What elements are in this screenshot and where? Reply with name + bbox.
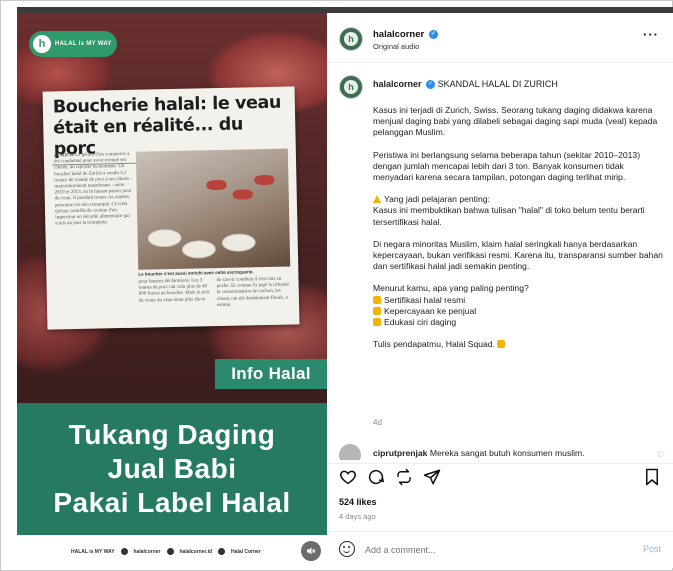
caption-list-item-text: Sertifikasi halal resmi: [384, 294, 466, 305]
more-options-button[interactable]: ···: [643, 27, 659, 42]
footer-brand: HALAL is MY WAY: [71, 548, 115, 555]
avatar-logo-icon: h: [344, 32, 358, 46]
header-username-wrap[interactable]: halalcorner ✓: [373, 29, 438, 40]
media-footer: HALAL is MY WAY halalcorner halalcorner.…: [17, 535, 327, 568]
headline-line-1: Tukang Daging: [68, 419, 276, 450]
post-header: h halalcorner ✓ Original audio ···: [327, 13, 673, 63]
tiktok-icon: [166, 548, 174, 555]
article-column-a-text: Le gérant d'un commerce a été condamné p…: [53, 151, 133, 227]
divider: [327, 531, 673, 532]
save-button[interactable]: [643, 468, 661, 486]
caption-list-item: Kepercayaan ke penjual: [373, 306, 663, 317]
caption-closing: Tulis pendapatmu, Halal Squad.: [373, 339, 663, 350]
caption-closing-text: Tulis pendapatmu, Halal Squad.: [373, 339, 495, 350]
comment-input[interactable]: [365, 541, 615, 559]
likes-count[interactable]: 524 likes: [339, 497, 377, 507]
caption-paragraph: Peristiwa ini berlangsung selama beberap…: [373, 149, 641, 183]
article-dateline: ZURICH: [53, 153, 74, 159]
caption-paragraph: Kasus ini terjadi di Zurich, Swiss. Seor…: [373, 105, 658, 138]
footer-youtube: Halal Corner: [231, 548, 261, 555]
action-bar: [339, 468, 661, 490]
header-username[interactable]: halalcorner: [373, 29, 424, 40]
post-window: h HALAL is MY WAY Boucherie halal: le ve…: [0, 0, 673, 571]
comment-button[interactable]: [367, 468, 385, 486]
add-comment-bar: Post: [339, 539, 661, 561]
headline-line-2: Jual Babi: [107, 453, 237, 484]
article-column-c: de savoir combien il s'est mis en poche.…: [216, 276, 289, 308]
share-button[interactable]: [423, 468, 441, 486]
caption-header: halalcorner ✓ SKANDAL HALAL DI ZURICH: [373, 79, 558, 90]
halal-logo-icon: h: [33, 35, 51, 53]
mute-button[interactable]: [301, 541, 321, 561]
emoji-picker-icon[interactable]: [339, 541, 355, 557]
caption-list-item: Edukasi ciri daging: [373, 317, 663, 328]
caption-paragraph: Di negara minoritas Muslim, klaim halal …: [373, 238, 663, 272]
avatar-logo-icon: h: [344, 80, 358, 94]
youtube-icon: [218, 548, 226, 555]
logo-text: HALAL is MY WAY: [55, 41, 112, 47]
caption-list-item-text: Kepercayaan ke penjual: [384, 305, 477, 316]
footer-instagram: halalcorner: [133, 548, 161, 555]
repost-button[interactable]: [395, 468, 413, 486]
caption-title: SKANDAL HALAL DI ZURICH: [437, 79, 558, 89]
divider: [327, 463, 673, 464]
comment-bubble-icon: [368, 469, 384, 485]
avatar[interactable]: h: [339, 27, 363, 51]
post-date: 4 days ago: [339, 512, 376, 521]
pointing-hand-icon: [373, 295, 381, 304]
verified-badge-icon: ✓: [428, 29, 438, 39]
article-column-a: ZURICH Le gérant d'un commerce a été con…: [54, 152, 135, 314]
speaker-muted-icon: [307, 547, 316, 555]
photo-meat: [254, 174, 275, 186]
caption-avatar[interactable]: h: [339, 75, 363, 99]
photo-tray: [221, 233, 256, 252]
caption-paragraph-lesson: Yang jadi pelajaran penting: Kasus ini m…: [373, 194, 663, 228]
caption-text: Kasus ini terjadi di Zurich, Swiss. Seor…: [373, 105, 663, 350]
caption-list-item-text: Edukasi ciri daging: [384, 317, 457, 328]
post-comment-button[interactable]: Post: [643, 544, 661, 554]
post-sidebar: h halalcorner ✓ Original audio ··· h hal…: [327, 13, 673, 568]
comment-item: ciprutprenjak Mereka sangat butuh konsum…: [339, 444, 669, 460]
audio-label[interactable]: Original audio: [373, 42, 419, 51]
paper-plane-icon: [423, 469, 441, 485]
caption-paragraph-lesson-text: Yang jadi pelajaran penting: Kasus ini m…: [373, 194, 645, 227]
info-halal-tag: Info Halal: [215, 359, 327, 389]
comment-like-heart-icon[interactable]: ♡: [657, 450, 665, 460]
caption-question: Menurut kamu, apa yang paling penting?: [373, 283, 529, 294]
photo-tray: [147, 228, 182, 248]
photo-tray: [181, 240, 217, 259]
comment-text: Mereka sangat butuh konsumen muslim.: [429, 448, 585, 458]
photo-meat: [232, 189, 253, 200]
commenter-avatar[interactable]: [339, 444, 361, 460]
article-caption: Le boucher s'est aussi enrichi avec cett…: [138, 269, 254, 277]
caption-time[interactable]: 4d: [373, 418, 382, 427]
repost-icon: [397, 468, 411, 486]
verified-badge-icon: ✓: [426, 80, 436, 90]
article-column-b: pour fausses déclarations. Les 3 tonnes …: [138, 278, 210, 304]
warning-icon: [373, 195, 381, 204]
instagram-icon: [120, 548, 128, 555]
caption-list-item: Sertifikasi halal resmi: [373, 295, 663, 306]
pointing-hand-icon: [497, 340, 506, 349]
caption-username[interactable]: halalcorner: [373, 79, 422, 89]
post-media[interactable]: h HALAL is MY WAY Boucherie halal: le ve…: [17, 13, 327, 568]
comment-username[interactable]: ciprutprenjak: [373, 448, 427, 458]
footer-tiktok: halalcorner.id: [179, 548, 213, 555]
photo-meat: [206, 179, 227, 191]
pointing-hand-icon: [373, 306, 381, 315]
comment-text-wrap: ciprutprenjak Mereka sangat butuh konsum…: [373, 448, 585, 458]
headline-panel: Tukang Daging Jual Babi Pakai Label Hala…: [17, 403, 327, 535]
media-logo: h HALAL is MY WAY: [29, 31, 117, 57]
bookmark-icon: [646, 468, 658, 486]
newspaper-clipping: Boucherie halal: le veau était en réalit…: [42, 86, 300, 330]
headline-line-3: Pakai Label Halal: [53, 487, 291, 518]
butcher-counter-photo: [135, 148, 291, 270]
like-button[interactable]: [339, 468, 357, 486]
heart-icon: [340, 470, 356, 485]
pointing-hand-icon: [373, 318, 381, 327]
